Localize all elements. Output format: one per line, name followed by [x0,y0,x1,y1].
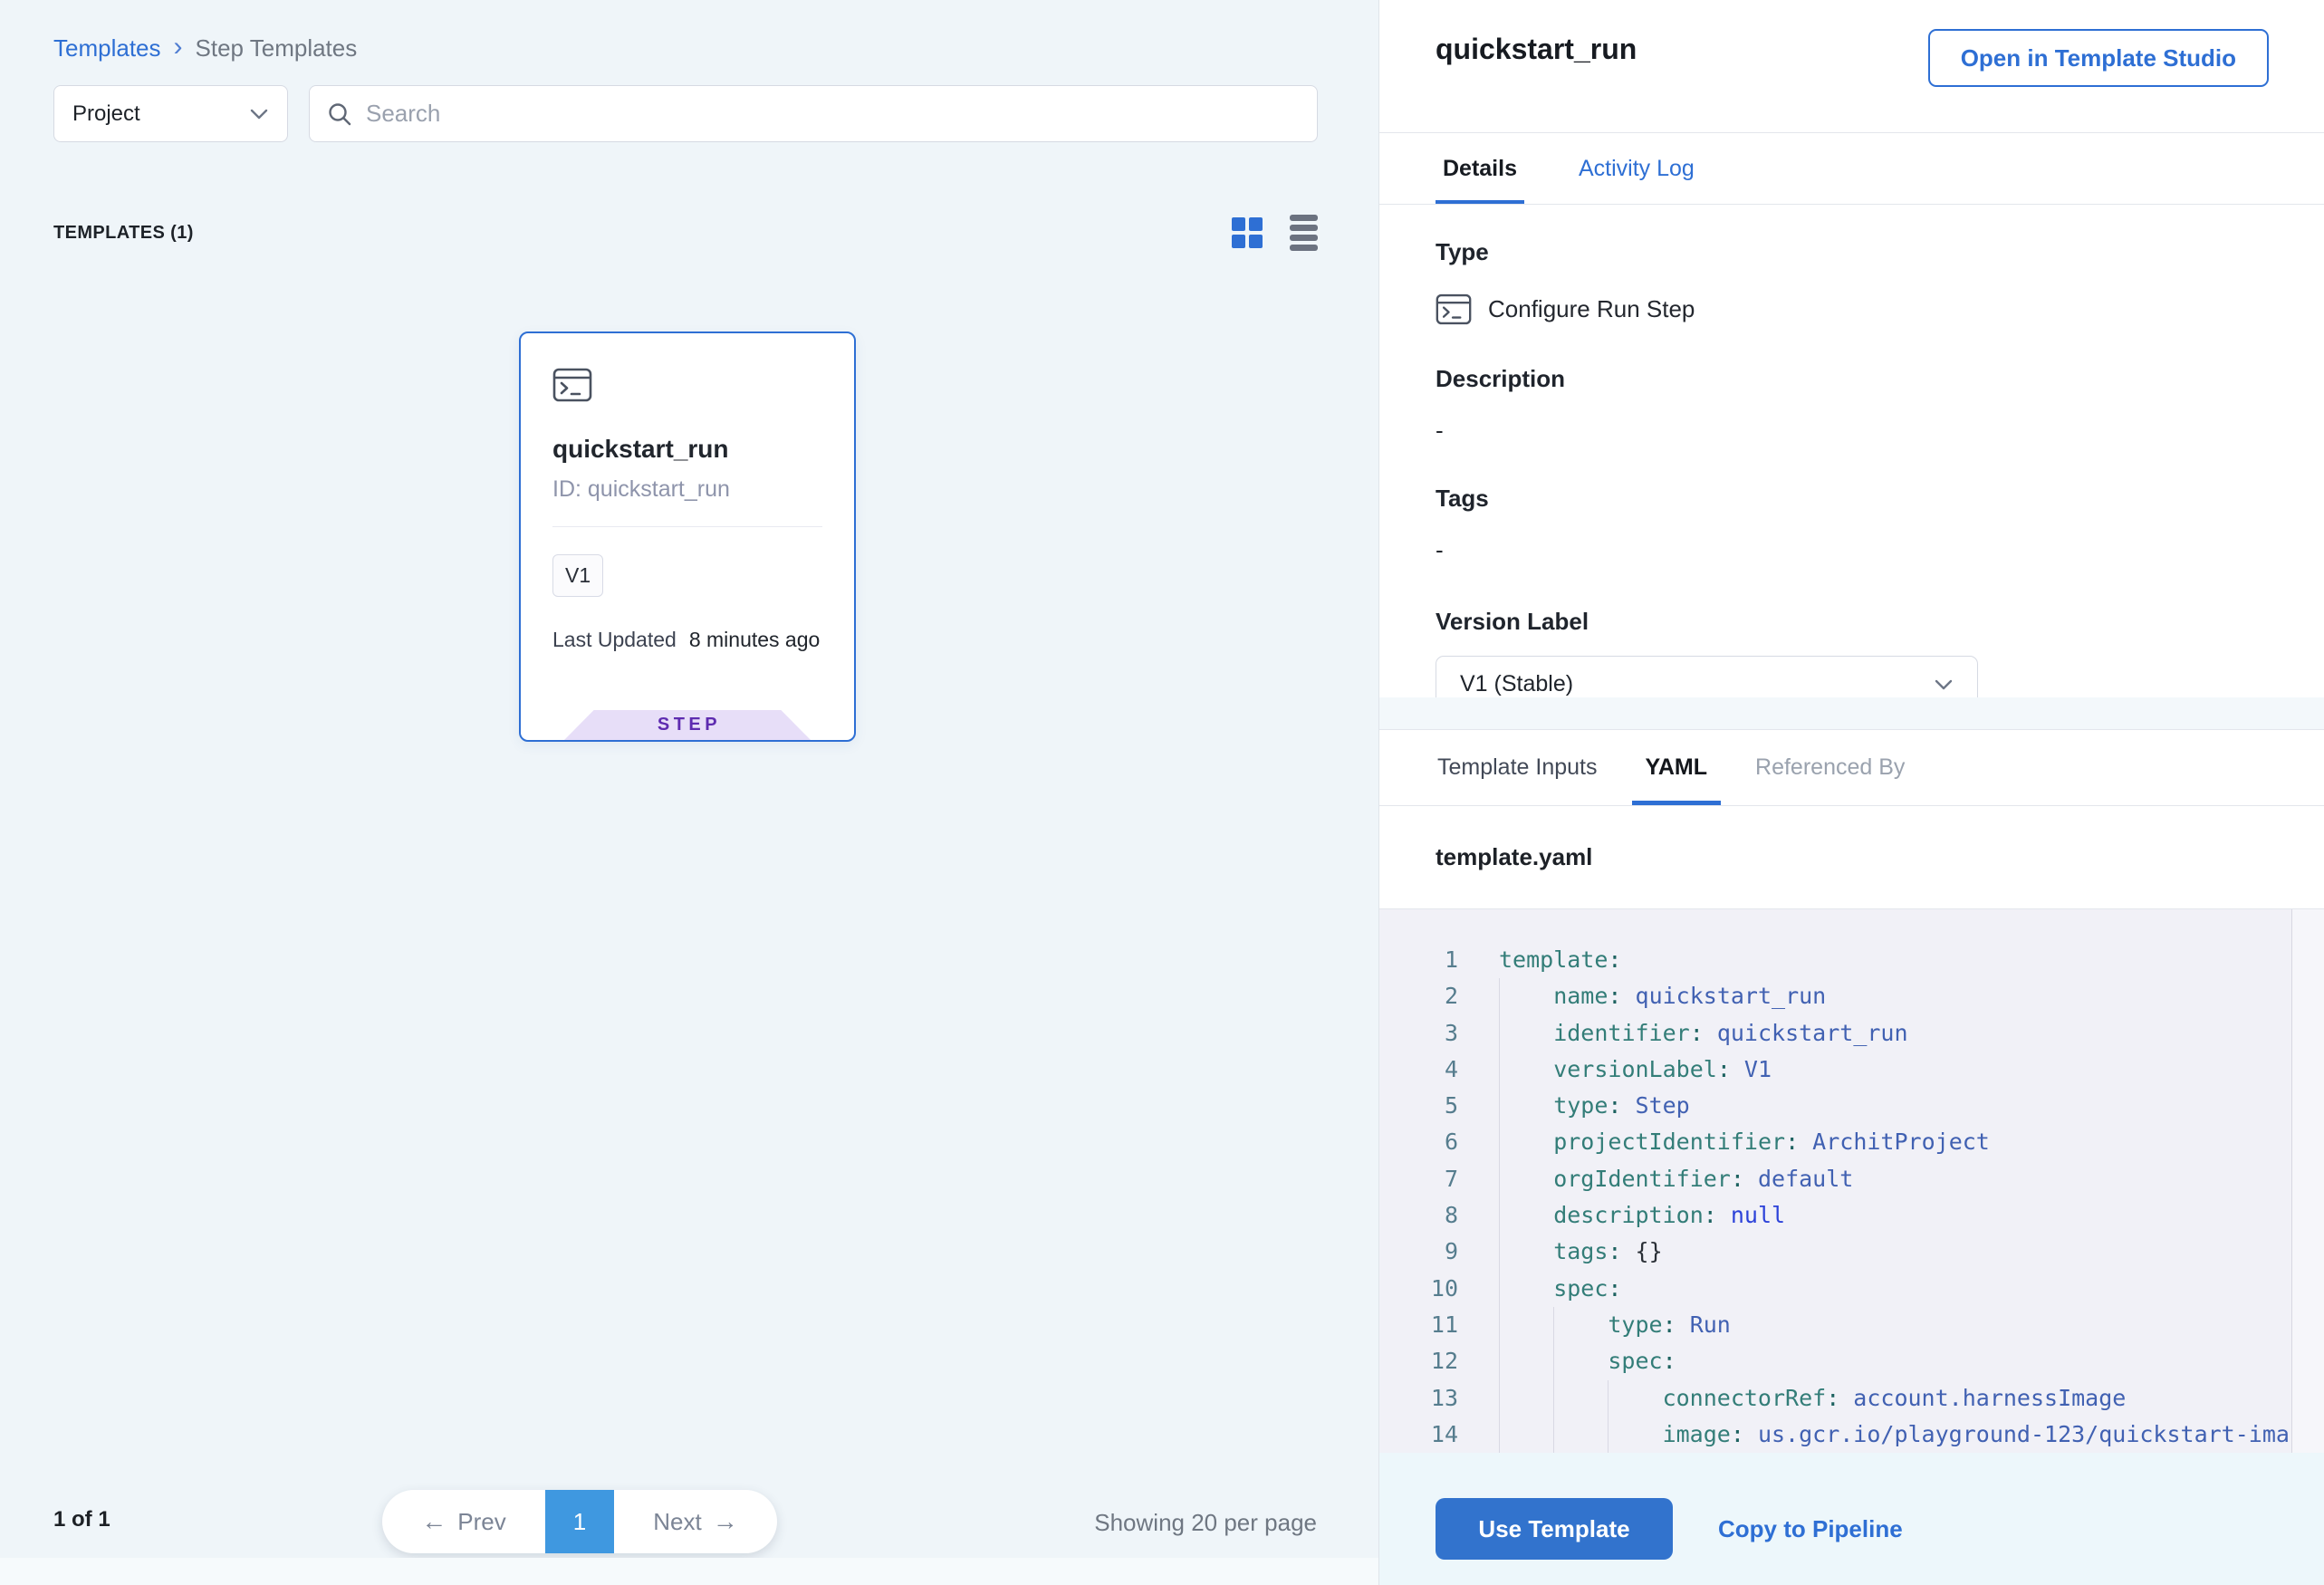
yaml-code-viewer: 1template:2name: quickstart_run3identifi… [1379,909,2324,1453]
use-template-button[interactable]: Use Template [1436,1498,1673,1560]
tab-details[interactable]: Details [1436,133,1524,204]
last-updated-value: 8 minutes ago [689,628,820,652]
code-scrollbar[interactable] [2291,909,2324,1453]
yaml-line: 8description: null [1379,1197,2290,1234]
template-card[interactable]: quickstart_run ID: quickstart_run V1 Las… [519,331,856,742]
next-page-button[interactable]: Next → [614,1490,777,1553]
version-select-value: V1 (Stable) [1460,671,1573,697]
search-input[interactable] [366,100,1301,128]
description-label: Description [1436,365,2324,393]
search-icon [326,101,353,128]
version-label: Version Label [1436,608,2324,636]
per-page-label: Showing 20 per page [1094,1509,1317,1537]
type-value-row: Configure Run Step [1436,293,2324,325]
breadcrumb: Templates › Step Templates [53,34,357,62]
template-details-panel: quickstart_run Open in Template Studio D… [1379,0,2324,1585]
card-title: quickstart_run [552,435,822,464]
tags-value: - [1436,536,2324,564]
breadcrumb-chevron-icon: › [174,35,183,59]
version-badge: V1 [552,554,603,597]
yaml-line: 13connectorRef: account.harnessImage [1379,1380,2290,1417]
tags-label: Tags [1436,485,2324,513]
yaml-line: 5type: Step [1379,1088,2290,1124]
yaml-line: 4versionLabel: V1 [1379,1052,2290,1088]
arrow-right-icon: → [713,1507,738,1536]
yaml-line: 2name: quickstart_run [1379,978,2290,1014]
yaml-line: 3identifier: quickstart_run [1379,1015,2290,1052]
terminal-icon [552,368,822,402]
yaml-line: 1template: [1379,942,2290,978]
chevron-down-icon [1934,678,1954,691]
type-value: Configure Run Step [1488,295,1695,323]
list-view-icon[interactable] [1290,215,1318,251]
copy-to-pipeline-link[interactable]: Copy to Pipeline [1718,1515,1903,1543]
yaml-file-name: template.yaml [1436,843,1592,871]
terminal-icon [1436,293,1472,325]
yaml-file-header: template.yaml [1379,806,2324,909]
card-template-id: ID: quickstart_run [552,476,822,503]
prev-page-label: Prev [457,1508,505,1536]
tab-activity-log[interactable]: Activity Log [1571,133,1702,204]
yaml-line: 6projectIdentifier: ArchitProject [1379,1124,2290,1160]
card-divider [552,526,822,527]
templates-list-header: TEMPLATES (1) [53,212,1318,254]
description-value: - [1436,417,2324,445]
yaml-line: 14image: us.gcr.io/playground-123/quicks… [1379,1417,2290,1453]
yaml-line: 11type: Run [1379,1307,2290,1343]
templates-list-panel: Templates › Step Templates Project TEMPL… [0,0,1379,1585]
app-root: Templates › Step Templates Project TEMPL… [0,0,2324,1585]
grid-view-icon[interactable] [1232,217,1263,248]
section-gap [1379,697,2324,729]
yaml-line: 12spec: [1379,1343,2290,1379]
details-section: Type Configure Run Step Description - Ta… [1379,206,2324,697]
breadcrumb-templates-link[interactable]: Templates [53,34,161,62]
type-label: Type [1436,238,2324,266]
breadcrumb-current-page: Step Templates [196,34,358,62]
panel-title: quickstart_run [1436,33,1637,66]
filter-bar: Project [53,85,1318,142]
arrow-left-icon: ← [421,1507,447,1536]
yaml-line: 7orgIdentifier: default [1379,1161,2290,1197]
last-updated-row: Last Updated 8 minutes ago [552,628,822,652]
chevron-down-icon [249,108,269,120]
tab-referenced-by[interactable]: Referenced By [1753,730,1906,805]
scope-select-value: Project [72,101,140,127]
current-page-button[interactable]: 1 [545,1490,614,1553]
prev-page-button[interactable]: ← Prev [382,1490,545,1553]
yaml-line: 10spec: [1379,1271,2290,1307]
templates-count-label: TEMPLATES (1) [53,223,194,244]
bottom-strip [0,1558,1378,1585]
next-page-label: Next [653,1508,701,1536]
tab-template-inputs[interactable]: Template Inputs [1436,730,1599,805]
view-toggles [1232,215,1318,251]
yaml-code-lines: 1template:2name: quickstart_run3identifi… [1379,942,2290,1453]
pagination-range-label: 1 of 1 [53,1507,110,1532]
last-updated-label: Last Updated [552,628,677,652]
details-tab-bar: Details Activity Log [1379,132,2324,205]
search-box [309,85,1318,142]
step-type-badge: STEP [564,710,811,740]
tab-yaml[interactable]: YAML [1632,730,1722,805]
yaml-tab-bar: Template Inputs YAML Referenced By [1379,729,2324,806]
actions-footer: Use Template Copy to Pipeline [1379,1453,2324,1585]
scope-select[interactable]: Project [53,85,288,142]
pagination: ← Prev 1 Next → [382,1490,777,1553]
yaml-line: 9tags: {} [1379,1234,2290,1270]
open-in-template-studio-button[interactable]: Open in Template Studio [1928,29,2269,87]
